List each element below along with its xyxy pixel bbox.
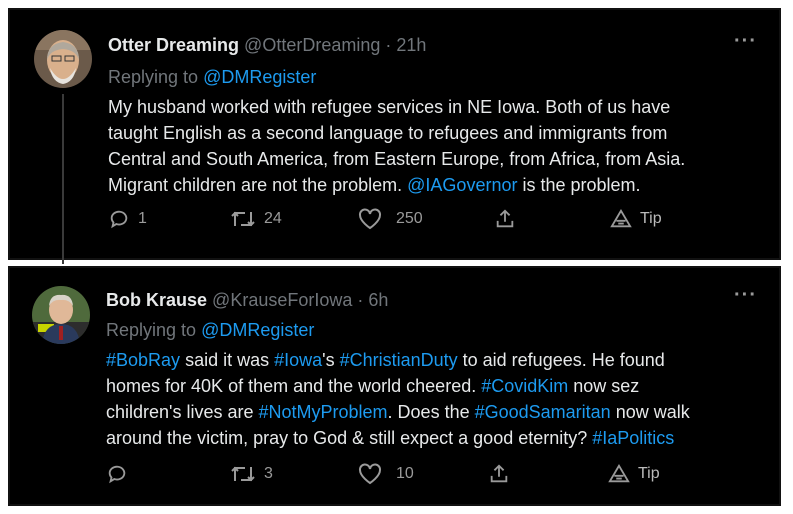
- replying-to-link[interactable]: @DMRegister: [203, 67, 316, 87]
- text-segment: is the problem.: [517, 175, 641, 195]
- tweet-text: #BobRay said it was #Iowa's #ChristianDu…: [106, 347, 766, 451]
- share-upload-icon: [488, 463, 510, 485]
- tip-label: Tip: [638, 465, 660, 482]
- tweet-text-line: around the victim, pray to God & still e…: [106, 425, 766, 451]
- retweet-button[interactable]: 3: [230, 463, 273, 485]
- replying-to-link[interactable]: @DMRegister: [201, 320, 314, 340]
- text-segment: children's lives are: [106, 402, 259, 422]
- text-segment: now walk: [610, 402, 690, 422]
- heart-icon: [358, 208, 382, 230]
- reply-button[interactable]: [106, 463, 136, 485]
- hashtag-link[interactable]: #ChristianDuty: [340, 350, 458, 370]
- tip-button[interactable]: Tip: [608, 463, 660, 485]
- replying-to: Replying to @DMRegister: [108, 67, 316, 88]
- text-segment: around the victim, pray to God & still e…: [106, 428, 593, 448]
- display-name[interactable]: Otter Dreaming: [108, 35, 239, 55]
- hashtag-link[interactable]: #Iowa: [274, 350, 322, 370]
- text-segment: My husband worked with refugee services …: [108, 97, 671, 117]
- separator: ·: [357, 290, 364, 310]
- reply-bubble-icon: [108, 208, 130, 230]
- tweet-card-otter-dreaming[interactable]: Otter Dreaming @OtterDreaming · 21h ··· …: [8, 8, 781, 264]
- hashtag-link[interactable]: #IaPolitics: [592, 428, 674, 448]
- tweet-text-line: taught English as a second language to r…: [108, 120, 768, 146]
- avatar[interactable]: [34, 30, 92, 88]
- tweet-header: Bob Krause @KrauseForIowa · 6h: [106, 290, 388, 311]
- hashtag-link[interactable]: #NotMyProblem: [259, 402, 388, 422]
- like-count: 10: [396, 465, 414, 482]
- replying-prefix: Replying to: [108, 67, 199, 87]
- text-segment: said it was: [180, 350, 275, 370]
- tweet-text-line: homes for 40K of them and the world chee…: [106, 373, 766, 399]
- hashtag-link[interactable]: #GoodSamaritan: [475, 402, 611, 422]
- text-segment: . Does the: [387, 402, 475, 422]
- share-button[interactable]: [494, 208, 516, 230]
- retweet-button[interactable]: 24: [230, 208, 282, 230]
- reply-bubble-icon: [106, 463, 128, 485]
- text-segment: Central and South America, from Eastern …: [108, 149, 686, 169]
- timestamp[interactable]: 6h: [368, 290, 388, 310]
- retweet-icon: [230, 208, 256, 230]
- tip-icon: [610, 208, 632, 230]
- replying-prefix: Replying to: [106, 320, 197, 340]
- text-segment: to aid refugees. He found: [457, 350, 665, 370]
- tweet-text-line: #BobRay said it was #Iowa's #ChristianDu…: [106, 347, 766, 373]
- handle[interactable]: @OtterDreaming: [244, 35, 380, 55]
- reply-count: 1: [138, 210, 147, 227]
- like-button[interactable]: 10: [358, 463, 414, 485]
- tweet-text: My husband worked with refugee services …: [108, 94, 768, 198]
- handle[interactable]: @KrauseForIowa: [212, 290, 352, 310]
- share-button[interactable]: [488, 463, 510, 485]
- tweet-card-bob-krause[interactable]: Bob Krause @KrauseForIowa · 6h ··· Reply…: [8, 266, 781, 506]
- reply-button[interactable]: 1: [108, 208, 147, 230]
- timestamp[interactable]: 21h: [396, 35, 426, 55]
- retweet-icon: [230, 463, 256, 485]
- tweet-text-line: Migrant children are not the problem. @I…: [108, 172, 768, 198]
- retweet-count: 3: [264, 465, 273, 482]
- tweet-text-line: Central and South America, from Eastern …: [108, 146, 768, 172]
- text-segment: now sez: [568, 376, 640, 396]
- replying-to: Replying to @DMRegister: [106, 320, 314, 341]
- share-upload-icon: [494, 208, 516, 230]
- tip-label: Tip: [640, 210, 662, 227]
- text-segment: 's: [322, 350, 340, 370]
- retweet-count: 24: [264, 210, 282, 227]
- heart-icon: [358, 463, 382, 485]
- avatar[interactable]: [32, 286, 90, 344]
- tweet-text-line: My husband worked with refugee services …: [108, 94, 768, 120]
- separator: ·: [385, 35, 392, 55]
- text-segment: Migrant children are not the problem.: [108, 175, 408, 195]
- more-horizontal-icon[interactable]: ···: [734, 30, 757, 53]
- tip-icon: [608, 463, 630, 485]
- hashtag-link[interactable]: #BobRay: [106, 350, 180, 370]
- tip-button[interactable]: Tip: [610, 208, 662, 230]
- thread-line: [62, 94, 64, 264]
- text-segment: homes for 40K of them and the world chee…: [106, 376, 482, 396]
- hashtag-link[interactable]: #CovidKim: [481, 376, 568, 396]
- display-name[interactable]: Bob Krause: [106, 290, 207, 310]
- mention-link[interactable]: @IAGovernor: [407, 175, 517, 195]
- text-segment: taught English as a second language to r…: [108, 123, 668, 143]
- tweet-header: Otter Dreaming @OtterDreaming · 21h: [108, 35, 426, 56]
- tweet-text-line: children's lives are #NotMyProblem. Does…: [106, 399, 766, 425]
- like-count: 250: [396, 210, 423, 227]
- more-horizontal-icon[interactable]: ···: [734, 284, 757, 307]
- like-button[interactable]: 250: [358, 208, 423, 230]
